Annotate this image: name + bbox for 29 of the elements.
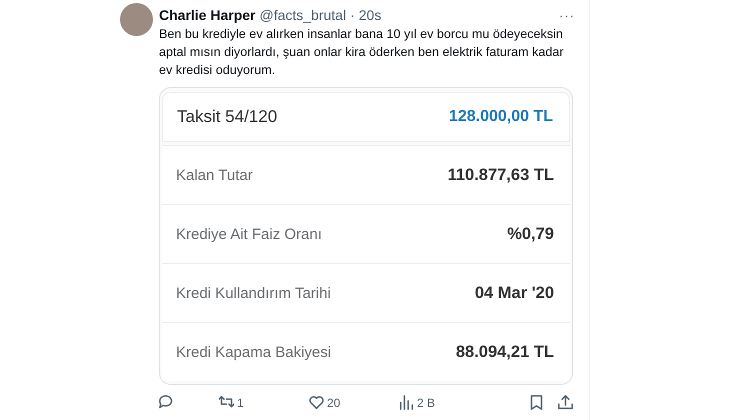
author-handle[interactable]: @facts_brutal	[259, 7, 346, 23]
views-button[interactable]: 2 B	[399, 395, 489, 410]
row-value: 110.877,63 TL	[448, 166, 554, 184]
row-value: 04 Mar '20	[474, 284, 554, 302]
retweet-icon	[219, 395, 234, 410]
bookmark-button[interactable]	[529, 395, 544, 410]
bookmark-icon	[529, 395, 544, 410]
separator-dot: ·	[350, 7, 355, 23]
share-button[interactable]	[558, 395, 573, 410]
post-text: Ben bu krediyle ev alırken insanlar bana 10 yıl ev borcu mu ödeyeceksin aptal mısın diyorlardı, şuan onlar kira öderken ben elektrik faturam kadar ev kredisi oduyorum.	[159, 26, 565, 79]
row-value: %0,79	[507, 224, 554, 244]
author-name[interactable]: Charlie Harper	[159, 7, 256, 23]
speech-bubble-icon	[159, 395, 174, 410]
attached-image-card[interactable]: Taksit 54/120 128.000,00 TL Kalan Tutar 110.877,63 TL Krediye Ait Faiz Oranı %0,79 Kredi Kullandırım Tarihi 04 Mar '20 Kredi Kapama Bakiyesi 88.094,21 TL	[159, 87, 573, 385]
post-time[interactable]: 20s	[358, 7, 382, 23]
heart-icon	[309, 395, 324, 410]
more-button[interactable]: ···	[559, 8, 575, 22]
like-button[interactable]: 20	[309, 395, 399, 410]
row-label: Krediye Ait Faiz Oranı	[176, 226, 322, 242]
avatar[interactable]	[120, 3, 153, 36]
row-label: Kredi Kapama Bakiyesi	[176, 344, 332, 360]
row-label: Kredi Kullandırım Tarihi	[176, 284, 331, 302]
row-label: Taksit 54/120	[177, 107, 278, 127]
bar-chart-icon	[399, 395, 414, 410]
share-icon	[558, 395, 573, 410]
retweet-button[interactable]: 1	[219, 395, 309, 410]
row-value: 128.000,00 TL	[448, 108, 553, 126]
row-label: Kalan Tutar	[176, 166, 253, 184]
row-value: 88.094,21 TL	[456, 342, 554, 362]
